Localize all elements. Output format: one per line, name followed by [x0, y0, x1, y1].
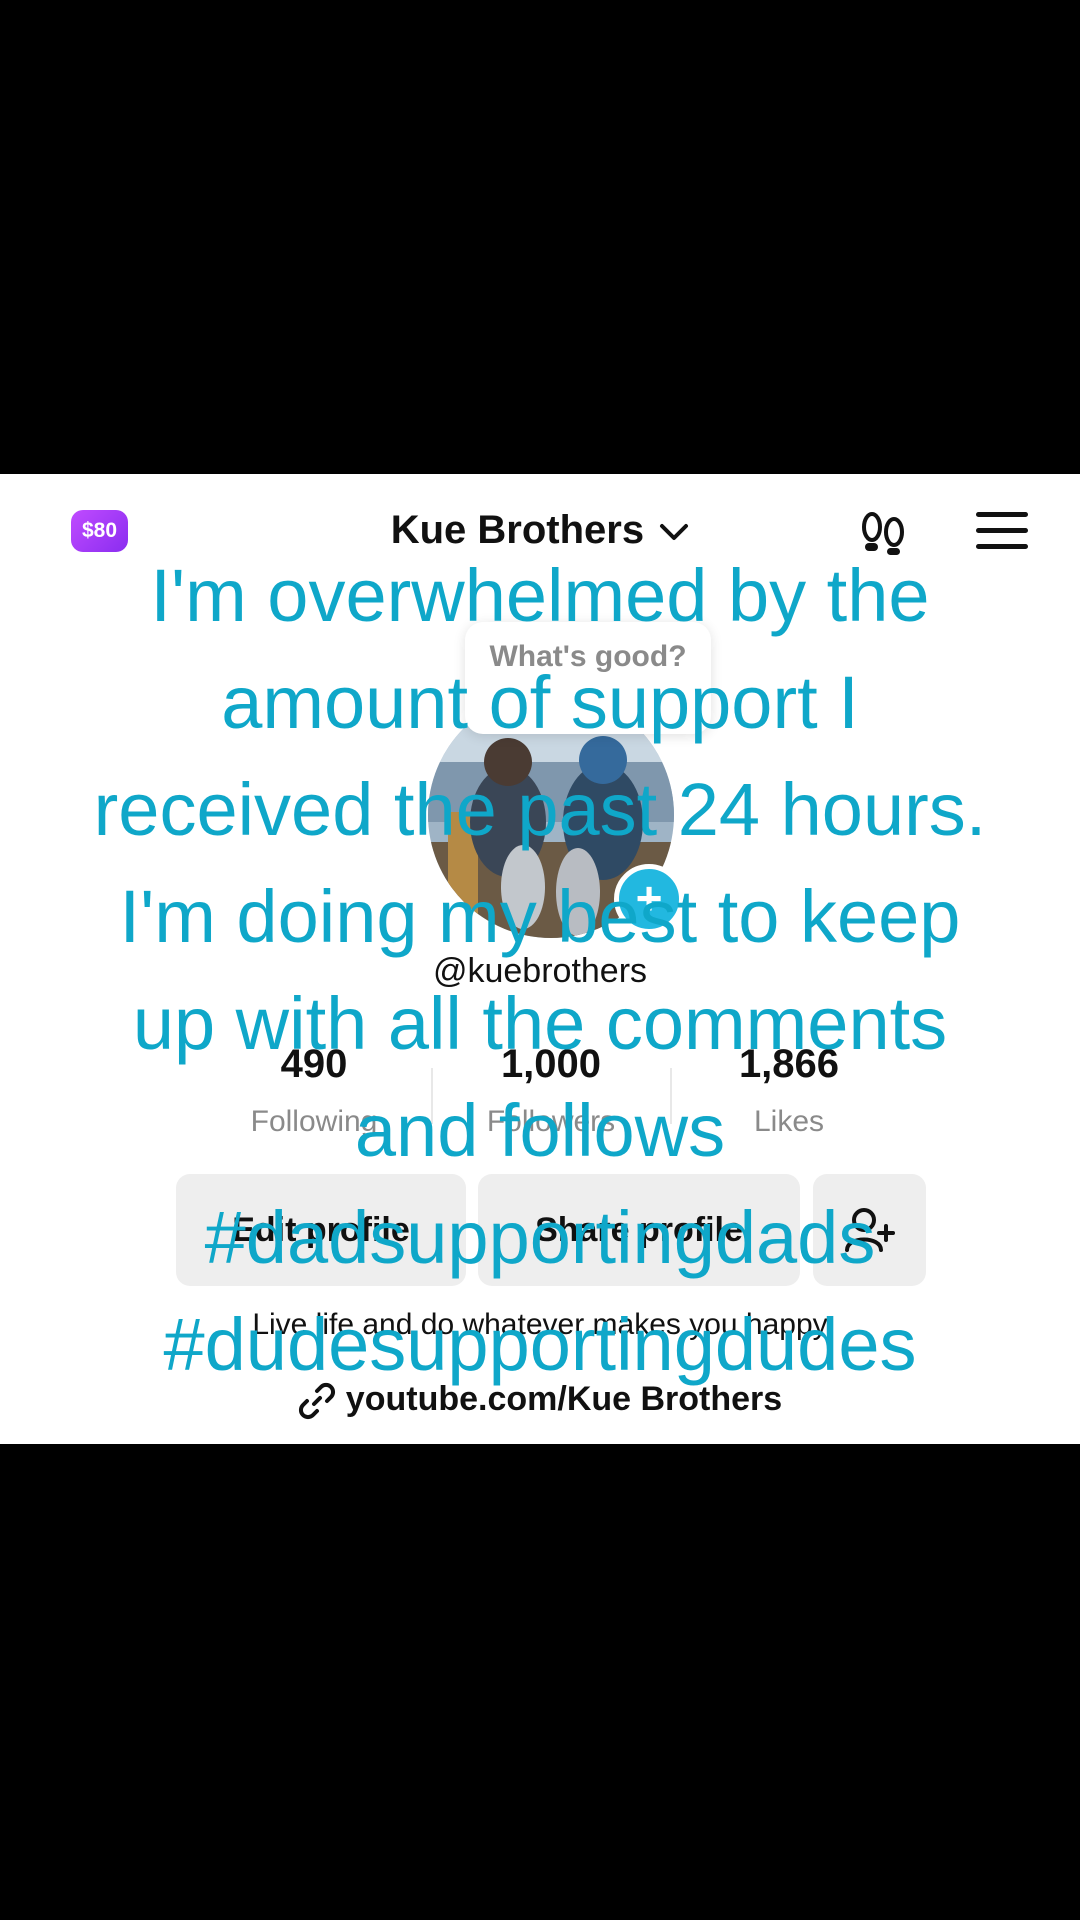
chevron-down-icon	[660, 524, 689, 541]
caption-line: received the past 24 hours.	[93, 768, 987, 851]
caption-line: I'm doing my best to keep	[119, 875, 961, 958]
caption-line: amount of support I	[221, 661, 859, 744]
caption-line: and follows	[354, 1089, 726, 1172]
caption-line: #dadsupportingdads	[204, 1196, 876, 1279]
caption-overlay: I'm overwhelmed by the amount of support…	[40, 542, 1040, 1398]
caption-line: up with all the comments	[132, 982, 948, 1065]
caption-line: I'm overwhelmed by the	[150, 554, 930, 637]
caption-line: #dudesupportingdudes	[163, 1303, 917, 1386]
